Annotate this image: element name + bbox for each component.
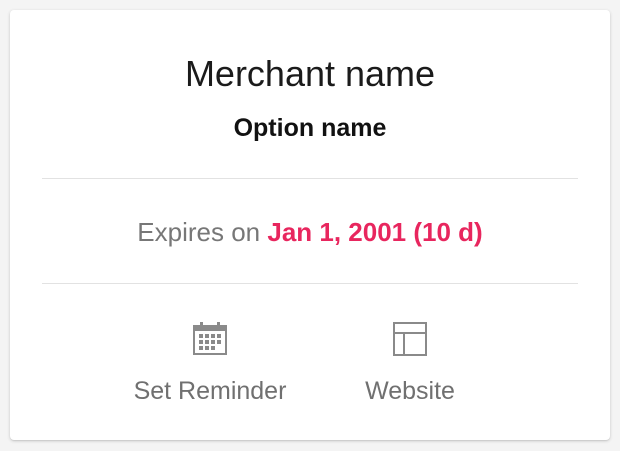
expiry-label: Expires on (137, 217, 261, 247)
website-button[interactable]: Website (320, 320, 500, 406)
website-label: Website (365, 377, 455, 405)
expiry-row: Expires on Jan 1, 2001 (10 d) (10, 216, 610, 248)
calendar-icon (193, 322, 227, 355)
expiry-date: Jan 1, 2001 (10 d) (267, 217, 483, 247)
set-reminder-button[interactable]: Set Reminder (120, 320, 300, 406)
divider (42, 178, 578, 179)
set-reminder-label: Set Reminder (133, 377, 287, 405)
merchant-name: Merchant name (184, 53, 436, 94)
divider (42, 283, 578, 284)
deal-card: Merchant name Option name Expires on Jan… (10, 10, 610, 440)
option-name: Option name (233, 114, 387, 142)
website-icon (393, 322, 427, 356)
